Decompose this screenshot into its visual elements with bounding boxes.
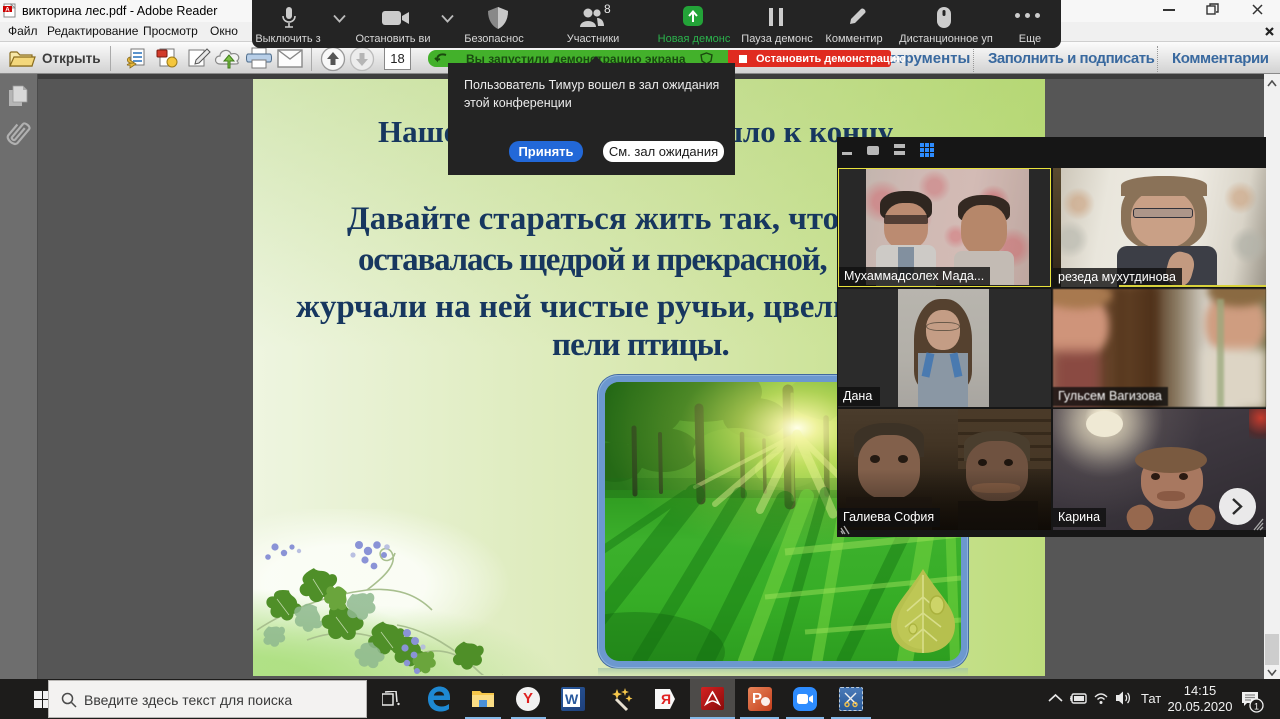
svg-text:A: A bbox=[5, 6, 10, 13]
svg-text:1: 1 bbox=[1254, 702, 1259, 712]
svg-text:Я: Я bbox=[661, 691, 671, 707]
